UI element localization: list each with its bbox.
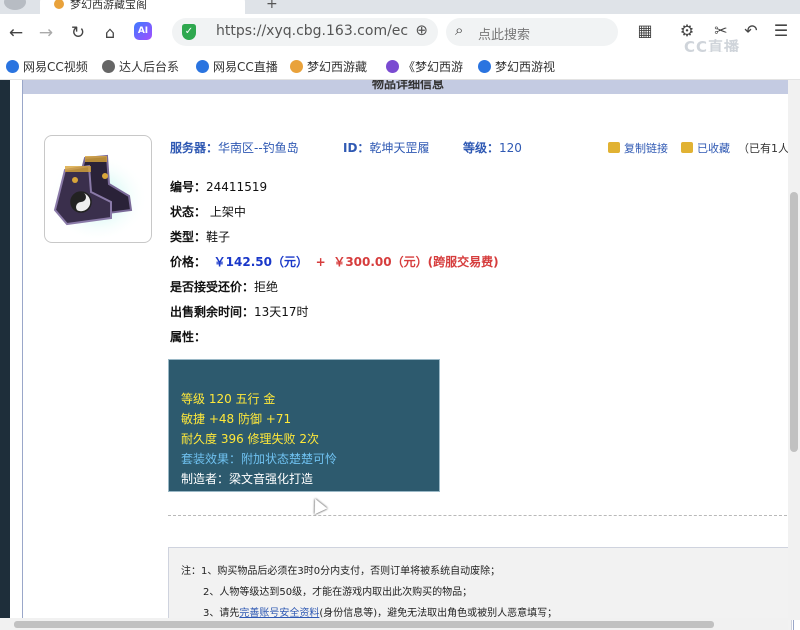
item-status: 状态： 上架中 [170, 205, 246, 219]
horizontal-scrollbar[interactable] [0, 618, 788, 630]
bookmark-item[interactable]: 《梦幻西游 [386, 58, 463, 74]
id-info: ID：乾坤天罡履 [343, 139, 429, 156]
note-line-3: 3、请先完善账号安全资料(身份信息等)，避免无法取出角色或被别人恶意填写； [203, 608, 558, 619]
favorite-icon [681, 142, 693, 153]
vertical-scrollbar[interactable] [788, 80, 800, 620]
copy-link-icon [608, 142, 620, 153]
search-icon: ⌕ [455, 21, 464, 39]
divider [168, 515, 792, 516]
page-content: 物品详细信息 服务器：华南区--钓鱼岛 ID：乾坤天罡履 等级：120 复制链接… [0, 80, 800, 630]
security-shield-icon[interactable]: ✓ [182, 24, 196, 40]
bookmark-favicon-icon [386, 60, 399, 73]
ai-assistant-button[interactable]: AI [134, 22, 152, 40]
server-info: 服务器：华南区--钓鱼岛 [170, 139, 299, 156]
item-type: 类型：鞋子 [170, 230, 231, 244]
forward-button[interactable]: → [34, 21, 58, 45]
tab-favicon-icon [54, 0, 64, 9]
tab-strip: 梦幻西游藏宝阁 + [0, 0, 800, 14]
bookmark-item[interactable]: 达人后台系 [102, 58, 179, 74]
boots-icon [48, 150, 148, 238]
bookmark-favicon-icon [6, 60, 19, 73]
url-text[interactable]: https://xyq.cbg.163.com/ec [216, 23, 408, 39]
bookmark-favicon-icon [478, 60, 491, 73]
vertical-scroll-thumb[interactable] [790, 192, 798, 452]
bookmark-item[interactable]: 网易CC直播 [196, 58, 278, 74]
home-button[interactable]: ⌂ [98, 21, 122, 45]
attr-line-durability: 耐久度 396 修理失败 2次 [181, 432, 319, 446]
price-value: ￥142.50（元） [213, 255, 308, 269]
level-value: 120 [499, 141, 522, 155]
bookmarks-bar: 网易CC视频 达人后台系 网易CC直播 梦幻西游藏 《梦幻西游 梦幻西游视 [0, 52, 800, 80]
attr-line-stats: 敏捷 +48 防御 +71 [181, 412, 292, 426]
new-tab-button[interactable]: + [266, 0, 278, 12]
attr-line-maker: 制造者：梁文音强化打造 [181, 472, 314, 486]
bookmark-favicon-icon [196, 60, 209, 73]
zoom-icon[interactable]: ⊕ [415, 21, 428, 39]
back-button[interactable]: ← [4, 21, 28, 45]
cross-server-fee: ￥300.00（元）(跨服交易费) [333, 255, 499, 269]
menu-icon[interactable]: ☰ [770, 21, 792, 40]
bookmark-item[interactable]: 网易CC视频 [6, 58, 88, 74]
horizontal-scroll-thumb[interactable] [14, 621, 714, 628]
price-plus: + [315, 255, 326, 269]
item-remaining-time: 出售剩余时间：13天17时 [170, 305, 309, 319]
window-menu-icon[interactable] [4, 0, 26, 10]
undo-icon[interactable]: ↶ [740, 21, 762, 40]
id-label: ID： [343, 141, 370, 155]
bookmark-item[interactable]: 梦幻西游藏 [290, 58, 367, 74]
search-box[interactable]: ⌕ 点此搜索 [446, 18, 618, 46]
note-line-1: 注：1、购买物品后必须在3时0分内支付，否则订单将被系统自动废除； [181, 566, 501, 577]
id-value: 乾坤天罡履 [369, 141, 430, 155]
address-bar[interactable]: ✓ https://xyq.cbg.163.com/ec ⊕ [172, 18, 438, 46]
panel-header: 物品详细信息 [23, 80, 793, 94]
level-label: 等级： [463, 141, 500, 155]
bookmark-favicon-icon [290, 60, 303, 73]
item-attributes-label: 属性： [170, 330, 207, 344]
tab-title: 梦幻西游藏宝阁 [70, 0, 147, 11]
apps-grid-icon[interactable]: ▦ [634, 21, 656, 40]
note-line-2: 2、人物等级达到50级，才能在游戏内取出此次购买的物品； [203, 587, 473, 598]
search-placeholder: 点此搜索 [478, 28, 531, 43]
attr-line-set-effect: 套装效果：附加状态楚楚可怜 [181, 452, 338, 466]
item-image[interactable] [44, 135, 152, 243]
bookmark-item[interactable]: 梦幻西游视 [478, 58, 555, 74]
item-counter-offer: 是否接受还价：拒绝 [170, 280, 279, 294]
item-price: 价格： ￥142.50（元） + ￥300.00（元）(跨服交易费) [170, 255, 499, 269]
favorite-button[interactable]: 已收藏 [681, 140, 730, 156]
level-info: 等级：120 [463, 139, 522, 156]
browser-toolbar: ← → ↻ ⌂ AI ✓ https://xyq.cbg.163.com/ec … [0, 14, 800, 56]
server-label: 服务器： [170, 141, 219, 155]
globe-icon [102, 60, 115, 73]
left-page-border [0, 80, 10, 630]
copy-link-button[interactable]: 复制链接 [608, 140, 668, 156]
attribute-box: 等级 120 五行 金 敏捷 +48 防御 +71 耐久度 396 修理失败 2… [168, 359, 440, 492]
item-number: 编号：24411519 [170, 180, 268, 194]
attr-line-level: 等级 120 五行 金 [181, 392, 276, 406]
reload-button[interactable]: ↻ [66, 21, 90, 45]
browser-tab-active[interactable]: 梦幻西游藏宝阁 [40, 0, 245, 14]
server-value: 华南区--钓鱼岛 [218, 141, 299, 155]
